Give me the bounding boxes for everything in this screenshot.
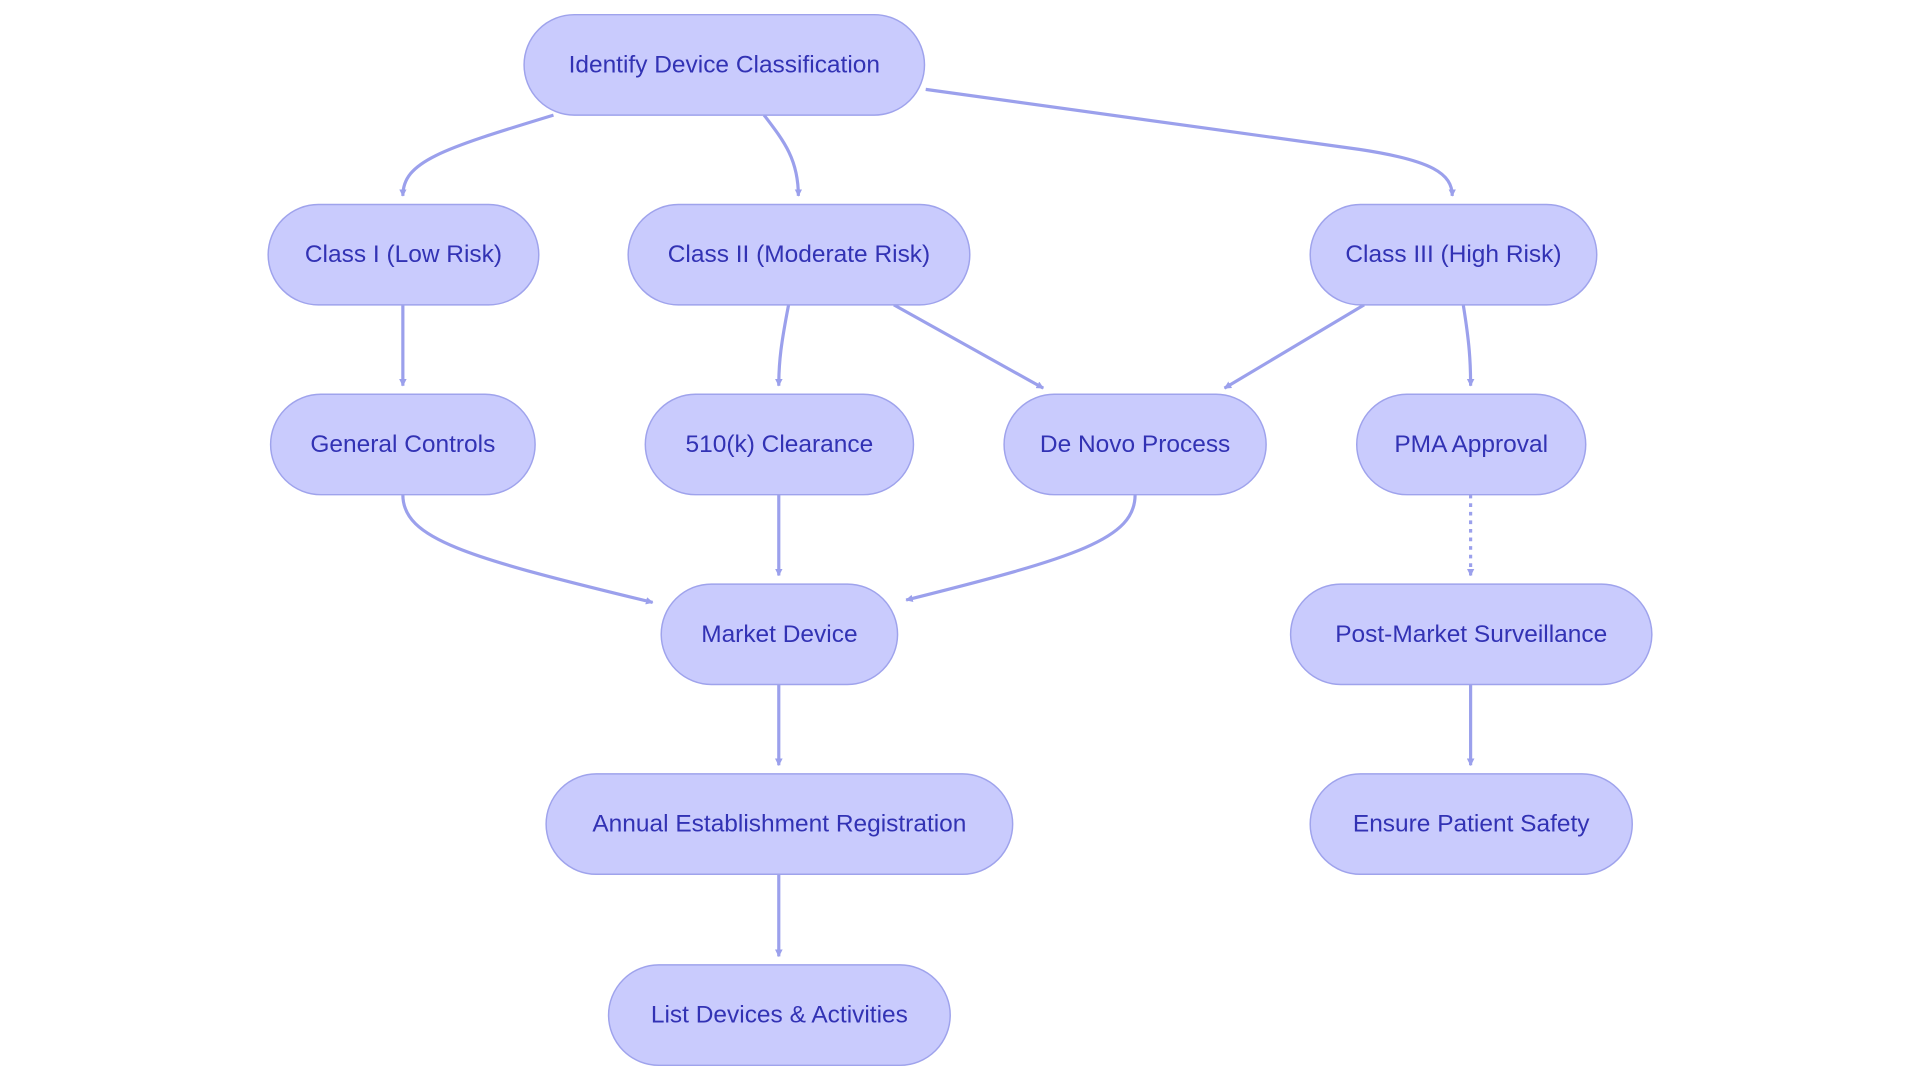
node-list: List Devices & Activities [607, 964, 951, 1067]
node-label: Market Device [701, 621, 857, 648]
edge-denovo-to-market [906, 494, 1137, 600]
node-label: PMA Approval [1394, 431, 1548, 458]
node-general: General Controls [269, 393, 536, 496]
edge-general-to-market [401, 494, 653, 603]
node-label: De Novo Process [1040, 431, 1230, 458]
node-label: Post-Market Surveillance [1335, 621, 1607, 648]
node-label: Class I (Low Risk) [305, 241, 502, 268]
node-label: Class III (High Risk) [1345, 241, 1561, 268]
node-label: 510(k) Clearance [686, 431, 874, 458]
node-safety: Ensure Patient Safety [1309, 773, 1633, 876]
node-label: Identify Device Classification [569, 51, 880, 78]
node-pma: PMA Approval [1356, 393, 1587, 496]
node-label: Ensure Patient Safety [1353, 811, 1590, 838]
node-identify: Identify Device Classification [523, 13, 926, 116]
node-class2: Class II (Moderate Risk) [627, 203, 971, 306]
node-market: Market Device [660, 583, 899, 686]
node-class1: Class I (Low Risk) [267, 203, 540, 306]
node-clearance: 510(k) Clearance [644, 393, 915, 496]
node-annual: Annual Establishment Registration [545, 773, 1014, 876]
edge-class2-to-clearance [779, 304, 791, 386]
node-postmarket: Post-Market Surveillance [1289, 583, 1653, 686]
node-label: General Controls [310, 431, 495, 458]
node-denovo: De Novo Process [1003, 393, 1267, 496]
edge-class2-to-denovo [893, 303, 1045, 390]
flowchart: Identify Device Classification Class I (L… [267, 13, 1653, 1067]
edge-class3-to-denovo [1223, 303, 1365, 390]
edge-identify-to-class1 [403, 113, 554, 196]
edge-identify-to-class2 [762, 114, 798, 196]
edge-class3-to-pma [1461, 304, 1470, 386]
node-label: Annual Establishment Registration [592, 811, 966, 838]
node-label: Class II (Moderate Risk) [668, 241, 930, 268]
edge-identify-to-class3 [925, 87, 1453, 196]
node-class3: Class III (High Risk) [1309, 203, 1598, 306]
node-label: List Devices & Activities [651, 1002, 908, 1029]
